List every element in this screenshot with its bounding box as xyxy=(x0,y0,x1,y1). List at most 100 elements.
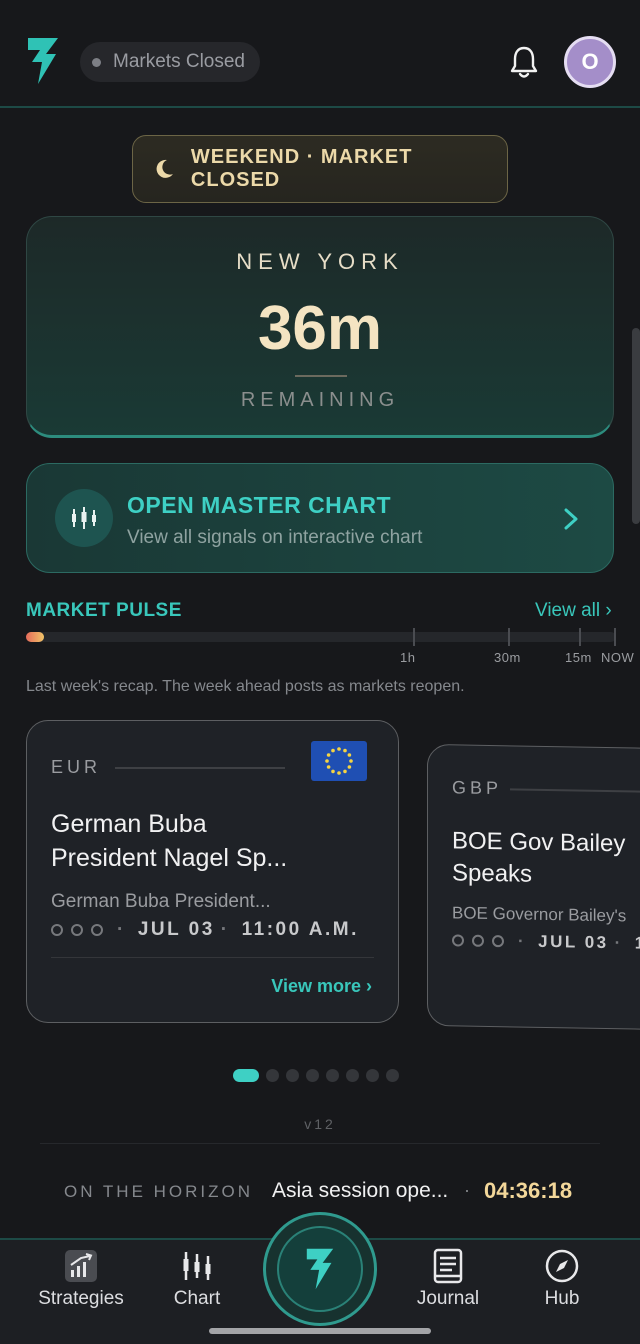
session-city: NEW YORK xyxy=(236,249,404,274)
event-date: JUL 03 xyxy=(137,919,215,940)
carousel-dot[interactable] xyxy=(346,1069,359,1082)
journal-icon xyxy=(433,1248,463,1284)
impact-ring-icon xyxy=(492,935,504,948)
timeline-tick xyxy=(579,628,581,646)
timeline-tick xyxy=(508,628,510,646)
session-time-remaining: 36m xyxy=(257,294,383,363)
meta-separator: · xyxy=(220,919,230,940)
timeline-tick-label: 30m xyxy=(494,650,521,665)
home-indicator[interactable] xyxy=(209,1328,431,1334)
tab-label: Journal xyxy=(416,1288,480,1309)
carousel-dot[interactable] xyxy=(286,1069,299,1082)
timeline-tick-label: NOW xyxy=(601,650,635,665)
impact-ring-icon xyxy=(51,924,63,936)
carousel-dot[interactable] xyxy=(233,1069,259,1082)
market-pulse-progress xyxy=(26,632,44,642)
carousel-dot[interactable] xyxy=(266,1069,279,1082)
flag-star xyxy=(326,753,331,757)
market-pulse-note: Last week's recap. The week ahead posts … xyxy=(26,678,465,695)
market-pulse-view-all-link[interactable]: View all › xyxy=(535,600,612,622)
flag-star xyxy=(347,765,352,769)
meta-separator: · xyxy=(614,933,623,953)
horizon-event[interactable]: Asia session ope... xyxy=(272,1179,448,1203)
session-divider xyxy=(295,375,347,377)
session-subtitle: REMAINING xyxy=(240,389,400,411)
flag-star xyxy=(347,753,352,757)
candlestick-icon xyxy=(55,489,113,547)
carousel-pagination[interactable] xyxy=(233,1069,406,1082)
view-more-link[interactable]: View more › xyxy=(271,976,372,997)
bell-icon[interactable] xyxy=(508,44,540,80)
strategies-icon xyxy=(65,1250,97,1282)
flag-star xyxy=(326,765,331,769)
event-card-gbp[interactable]: GBP BOE Gov Bailey Speaks BOE Governor B… xyxy=(427,743,640,1031)
impact-ring-icon xyxy=(91,924,103,936)
section-divider xyxy=(40,1143,600,1144)
carousel-dot[interactable] xyxy=(386,1069,399,1082)
market-pulse-timeline xyxy=(26,632,616,642)
timeline-tick-label: 15m xyxy=(565,650,592,665)
app-logo-icon[interactable] xyxy=(26,36,60,86)
currency-divider xyxy=(115,767,285,769)
flag-star xyxy=(337,771,341,775)
master-chart-title: OPEN MASTER CHART xyxy=(127,492,392,518)
center-action-inner xyxy=(277,1226,363,1312)
tab-label: Chart xyxy=(173,1288,221,1309)
center-action-button[interactable] xyxy=(263,1212,377,1326)
session-countdown-card: NEW YORK 36m REMAINING xyxy=(26,216,614,438)
chevron-right-icon xyxy=(564,508,578,530)
app-header: Markets Closed O xyxy=(0,0,640,108)
horizon-separator: · xyxy=(464,1180,470,1200)
eu-flag-icon xyxy=(311,741,367,781)
flag-star xyxy=(349,759,353,763)
event-title-line: Speaks xyxy=(452,859,533,888)
event-description: BOE Governor Bailey's xyxy=(452,903,627,926)
event-title-line: President Nagel Sp... xyxy=(51,844,288,872)
horizon-label: ON THE HORIZON xyxy=(64,1182,254,1201)
market-pulse-title: MARKET PULSE xyxy=(26,600,182,621)
flag-star xyxy=(337,747,341,751)
tab-strategies[interactable]: Strategies xyxy=(26,1248,136,1310)
carousel-dot[interactable] xyxy=(366,1069,379,1082)
event-date: JUL 03 xyxy=(538,931,609,953)
impact-ring-icon xyxy=(71,924,83,936)
master-chart-subtitle: View all signals on interactive chart xyxy=(127,527,423,548)
horizon-countdown: 04:36:18 xyxy=(484,1178,573,1203)
event-currency: GBP xyxy=(452,777,503,799)
event-currency: EUR xyxy=(51,757,102,777)
event-meta: · JUL 03 · 1 xyxy=(452,930,640,953)
flag-star xyxy=(331,748,335,753)
event-meta: · JUL 03 · 11:00 A.M. xyxy=(51,919,359,941)
moon-icon xyxy=(156,159,173,178)
user-avatar[interactable]: O xyxy=(564,36,616,88)
event-card-eur[interactable]: EUR German Buba President Nagel Sp... Ge… xyxy=(26,720,399,1023)
app-screen: Markets Closed O WEEKEND · MARKET CLOSED… xyxy=(0,0,640,1344)
scrollbar[interactable] xyxy=(632,328,640,524)
carousel-dot[interactable] xyxy=(306,1069,319,1082)
app-logo-icon xyxy=(306,1248,334,1290)
meta-separator: · xyxy=(117,919,126,940)
tab-journal[interactable]: Journal xyxy=(393,1248,503,1310)
market-status-label: Markets Closed xyxy=(113,51,245,72)
carousel-dot[interactable] xyxy=(326,1069,339,1082)
tab-hub[interactable]: Hub xyxy=(507,1248,617,1310)
open-master-chart-button[interactable]: OPEN MASTER CHART View all signals on in… xyxy=(26,463,614,573)
status-dot-icon xyxy=(92,57,101,67)
impact-ring-icon xyxy=(472,934,484,947)
timeline-tick xyxy=(614,628,616,646)
timeline-tick xyxy=(413,628,415,646)
tab-label: Hub xyxy=(544,1288,580,1309)
flag-star xyxy=(325,759,329,763)
compass-icon xyxy=(545,1249,579,1283)
weekend-badge-label: WEEKEND · MARKET CLOSED xyxy=(190,146,413,191)
market-status-pill: Markets Closed xyxy=(80,42,260,82)
event-title-line: BOE Gov Bailey xyxy=(452,827,626,858)
tab-chart[interactable]: Chart xyxy=(142,1248,252,1310)
tab-label: Strategies xyxy=(38,1288,124,1309)
event-title-line: German Buba xyxy=(51,810,207,838)
weekend-badge: WEEKEND · MARKET CLOSED xyxy=(132,135,508,203)
card-divider xyxy=(51,957,374,958)
impact-ring-icon xyxy=(452,934,464,947)
meta-separator: · xyxy=(518,931,527,951)
chart-icon xyxy=(183,1252,211,1280)
